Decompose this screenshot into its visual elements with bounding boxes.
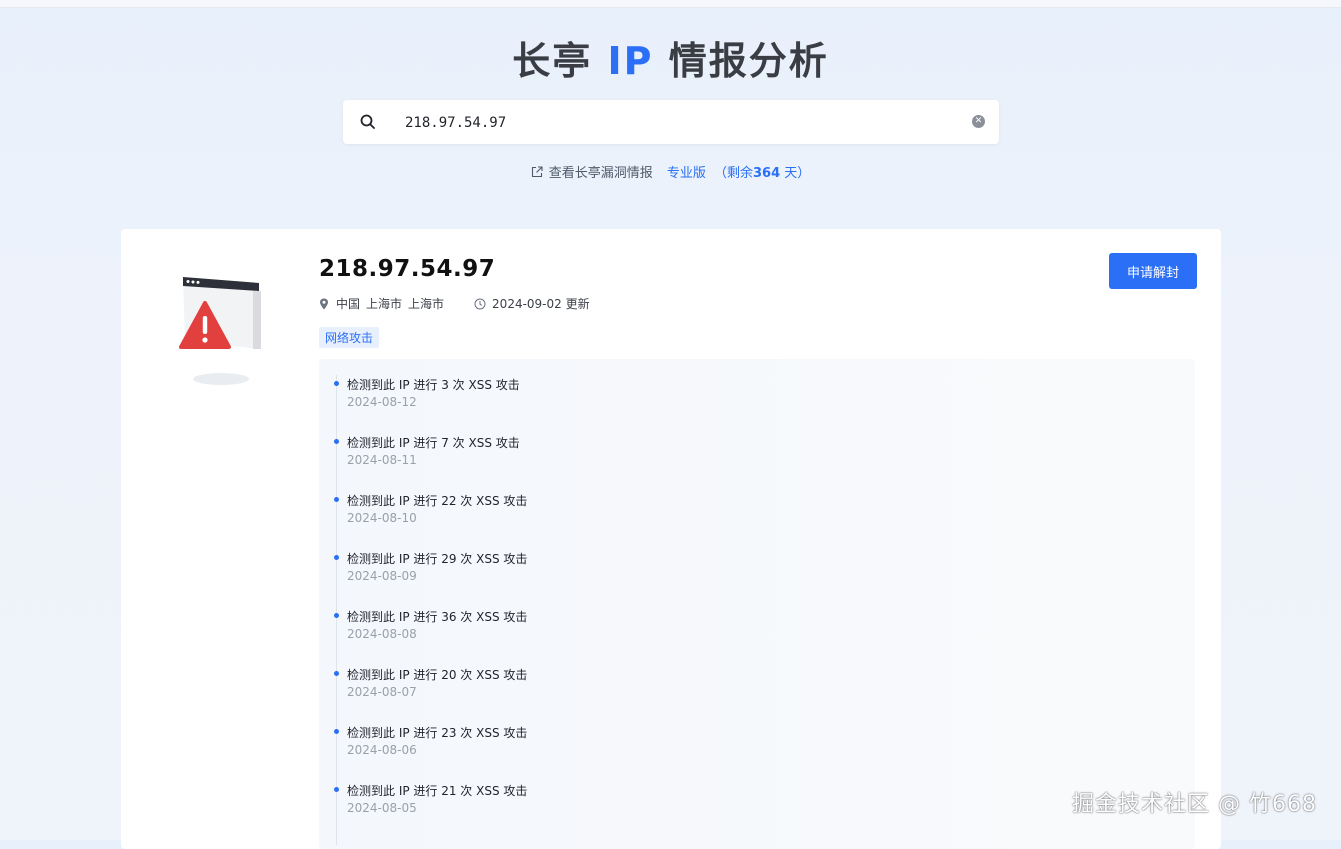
updated-date: 2024-09-02 更新: [492, 297, 590, 311]
clear-icon[interactable]: ✕: [972, 115, 985, 128]
location-city: 上海市: [408, 297, 445, 311]
search-box[interactable]: ✕: [343, 100, 999, 144]
timeline-item: 检测到此 IP 进行 21 次 XSS 攻击 2024-08-05: [319, 782, 919, 832]
event-date: 2024-08-08: [347, 627, 417, 641]
request-unblock-button[interactable]: 申请解封: [1109, 253, 1197, 289]
vuln-intel-link[interactable]: 查看长亭漏洞情报: [549, 166, 653, 181]
warning-window-illustration: [179, 277, 261, 385]
event-text: 检测到此 IP 进行 23 次 XSS 攻击: [347, 726, 528, 740]
event-date: 2024-08-09: [347, 569, 417, 583]
pro-edition-link[interactable]: 专业版: [667, 166, 706, 181]
location-pin-icon: [320, 298, 328, 309]
timeline-item: 检测到此 IP 进行 7 次 XSS 攻击 2024-08-11: [319, 434, 919, 484]
ip-address-title: 218.97.54.97: [319, 256, 496, 282]
title-prefix: 长亭: [512, 39, 593, 83]
timeline-item: 检测到此 IP 进行 29 次 XSS 攻击 2024-08-09: [319, 550, 919, 600]
timeline-item: 检测到此 IP 进行 23 次 XSS 攻击 2024-08-06: [319, 724, 919, 774]
title-suffix: 情报分析: [668, 39, 829, 83]
timeline-dot: [334, 555, 339, 560]
timeline-dot: [334, 729, 339, 734]
timeline-item: 检测到此 IP 进行 20 次 XSS 攻击 2024-08-07: [319, 666, 919, 716]
search-icon[interactable]: [359, 113, 377, 131]
ip-meta: 中国 上海市 上海市 2024-09-02 更新: [319, 295, 590, 312]
event-text: 检测到此 IP 进行 20 次 XSS 攻击: [347, 668, 528, 682]
clock-icon: [474, 298, 486, 309]
event-text: 检测到此 IP 进行 3 次 XSS 攻击: [347, 378, 520, 392]
location-country: 中国: [336, 297, 361, 311]
threat-tag: 网络攻击: [319, 327, 380, 348]
event-date: 2024-08-10: [347, 511, 417, 525]
timeline-dot: [334, 671, 339, 676]
ip-result-card: 218.97.54.97 中国 上海市 上海市 2024-09-02 更新 网络…: [121, 229, 1221, 849]
attack-timeline: 检测到此 IP 进行 3 次 XSS 攻击 2024-08-12 检测到此 IP…: [319, 359, 1195, 849]
event-date: 2024-08-05: [347, 801, 417, 815]
location-province: 上海市: [366, 297, 403, 311]
event-text: 检测到此 IP 进行 29 次 XSS 攻击: [347, 552, 528, 566]
event-text: 检测到此 IP 进行 36 次 XSS 攻击: [347, 610, 528, 624]
event-text: 检测到此 IP 进行 22 次 XSS 攻击: [347, 494, 528, 508]
timeline-dot: [334, 497, 339, 502]
remain-close: 天）: [784, 166, 811, 181]
timeline-dot: [334, 787, 339, 792]
event-text: 检测到此 IP 进行 7 次 XSS 攻击: [347, 436, 520, 450]
event-date: 2024-08-07: [347, 685, 417, 699]
page-title: 长亭 IP 情报分析: [0, 30, 1341, 85]
timeline-dot: [334, 439, 339, 444]
remaining-days: （剩余364 天）: [714, 166, 810, 181]
event-text: 检测到此 IP 进行 21 次 XSS 攻击: [347, 784, 528, 798]
remain-open: （剩余: [714, 166, 754, 181]
timeline-item: 检测到此 IP 进行 36 次 XSS 攻击 2024-08-08: [319, 608, 919, 658]
timeline-item: 检测到此 IP 进行 3 次 XSS 攻击 2024-08-12: [319, 376, 919, 426]
subnav: 查看长亭漏洞情报 专业版 （剩余364 天）: [0, 162, 1341, 181]
timeline-item: 检测到此 IP 进行 22 次 XSS 攻击 2024-08-10: [319, 492, 919, 542]
timeline-dot: [334, 613, 339, 618]
event-date: 2024-08-11: [347, 453, 417, 467]
event-date: 2024-08-06: [347, 743, 417, 757]
search-input[interactable]: [403, 109, 967, 137]
title-accent: IP: [607, 39, 654, 83]
timeline-dot: [334, 381, 339, 386]
event-date: 2024-08-12: [347, 395, 417, 409]
external-link-icon[interactable]: [531, 166, 543, 178]
top-border: [0, 0, 1341, 8]
remain-days-value: 364: [753, 166, 781, 181]
watermark: 掘金技术社区 @ 竹668: [1072, 792, 1317, 817]
